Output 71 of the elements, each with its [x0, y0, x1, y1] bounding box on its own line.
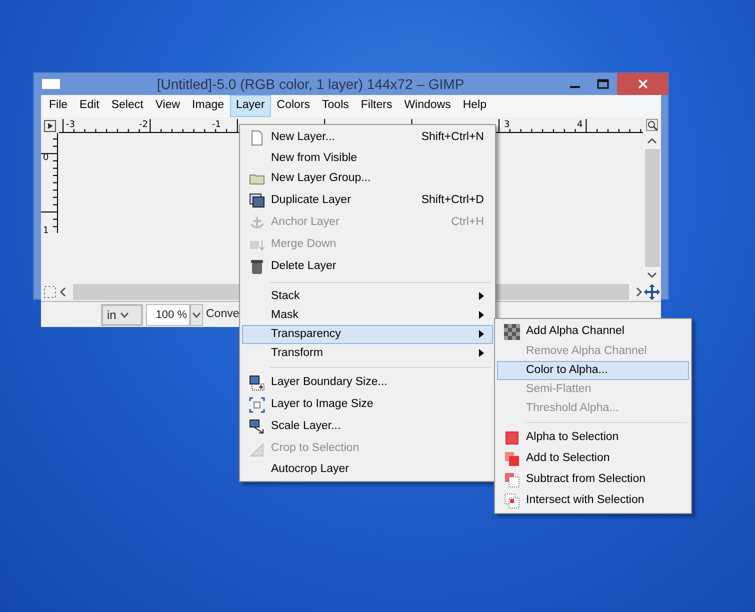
- caret-icon: [120, 312, 130, 318]
- layer-fit-icon: [249, 397, 265, 413]
- menu-item[interactable]: Transform: [242, 344, 493, 363]
- menu-bar-item[interactable]: Image: [186, 95, 230, 117]
- ruler-label: 1: [43, 226, 49, 236]
- crop-icon: [249, 441, 265, 457]
- zoom-field[interactable]: 100 %: [146, 304, 190, 326]
- page-icon: [249, 130, 265, 146]
- menu-item[interactable]: Alpha to Selection: [497, 427, 689, 448]
- menu-item[interactable]: Layer to Image Size: [242, 394, 493, 416]
- submenu-arrow-icon: [479, 310, 484, 319]
- window-title: [Untitled]-5.0 (RGB color, 1 layer) 144x72 – GIMP: [156, 74, 466, 94]
- close-icon: [638, 79, 648, 89]
- menu-item[interactable]: Transparency: [242, 325, 493, 344]
- selection-icon: [504, 430, 520, 446]
- unit-dropdown[interactable]: in: [101, 304, 143, 326]
- quick-mask-icon[interactable]: [44, 286, 56, 298]
- menu-bar-item[interactable]: Tools: [316, 95, 355, 117]
- menu-item[interactable]: Delete Layer: [242, 256, 493, 278]
- menu-bar-item[interactable]: Help: [456, 95, 493, 117]
- caret-icon: [192, 312, 201, 318]
- ruler-label: -2: [139, 120, 148, 130]
- menu-item[interactable]: Add to Selection: [497, 448, 689, 469]
- submenu-arrow-icon: [479, 292, 484, 300]
- menu-bar-item[interactable]: Layer: [230, 95, 271, 117]
- minimize-icon: [570, 86, 580, 88]
- close-button[interactable]: [617, 73, 668, 95]
- menu-bar-item[interactable]: View: [149, 95, 186, 117]
- menu-bar-item[interactable]: Edit: [74, 95, 106, 117]
- zoom-dropdown-button[interactable]: [190, 304, 203, 326]
- menu-item[interactable]: Layer Boundary Size...: [242, 372, 493, 394]
- menu-item[interactable]: Add Alpha Channel: [497, 321, 689, 342]
- intersect-selection-icon: [504, 492, 520, 508]
- trash-icon: [249, 259, 265, 275]
- menu-item[interactable]: Stack: [242, 287, 493, 306]
- menu-item[interactable]: Mask: [242, 306, 493, 325]
- scale-icon: [249, 419, 265, 435]
- menu-item[interactable]: Scale Layer...: [242, 416, 493, 438]
- menu-item[interactable]: New Layer... Shift+Ctrl+N: [242, 127, 493, 149]
- submenu-arrow-icon: [479, 330, 484, 338]
- zoom-icon[interactable]: [646, 119, 658, 131]
- duplicate-icon: [249, 193, 265, 209]
- ruler-label: -3: [66, 120, 75, 130]
- menu-item[interactable]: Subtract from Selection: [497, 469, 689, 490]
- menu-bar-item[interactable]: Windows: [398, 95, 457, 117]
- subtract-selection-icon: [504, 472, 520, 488]
- menu-item[interactable]: Autocrop Layer: [242, 460, 493, 479]
- menu-bar-item[interactable]: Filters: [354, 95, 398, 117]
- menu-toggle-icon[interactable]: [44, 120, 56, 132]
- checkerboard-icon: [504, 324, 520, 340]
- ruler-label: -1: [212, 120, 221, 130]
- menu-item[interactable]: Color to Alpha...: [497, 361, 689, 380]
- add-selection-icon: [504, 450, 520, 466]
- menu-bar-item[interactable]: File: [43, 95, 74, 117]
- menu-item[interactable]: New from Visible: [242, 149, 493, 168]
- unit-value: in: [107, 306, 116, 324]
- menu-bar-item[interactable]: Colors: [270, 95, 316, 117]
- status-message: Conve: [206, 306, 240, 322]
- menu-bar-item[interactable]: Select: [105, 95, 150, 117]
- menu-item[interactable]: New Layer Group...: [242, 168, 493, 190]
- ruler-label: 4: [577, 120, 583, 130]
- layer-boundary-icon: [249, 375, 265, 391]
- maximize-icon: [597, 79, 609, 89]
- menu-item[interactable]: Intersect with Selection: [497, 490, 689, 511]
- merge-icon: [249, 237, 265, 253]
- ruler-label: 3: [504, 120, 510, 130]
- navigate-icon[interactable]: [644, 284, 660, 300]
- menu-item[interactable]: Duplicate Layer Shift+Ctrl+D: [242, 190, 493, 212]
- app-icon: [42, 79, 60, 89]
- anchor-icon: [249, 215, 265, 231]
- submenu-arrow-icon: [479, 348, 484, 357]
